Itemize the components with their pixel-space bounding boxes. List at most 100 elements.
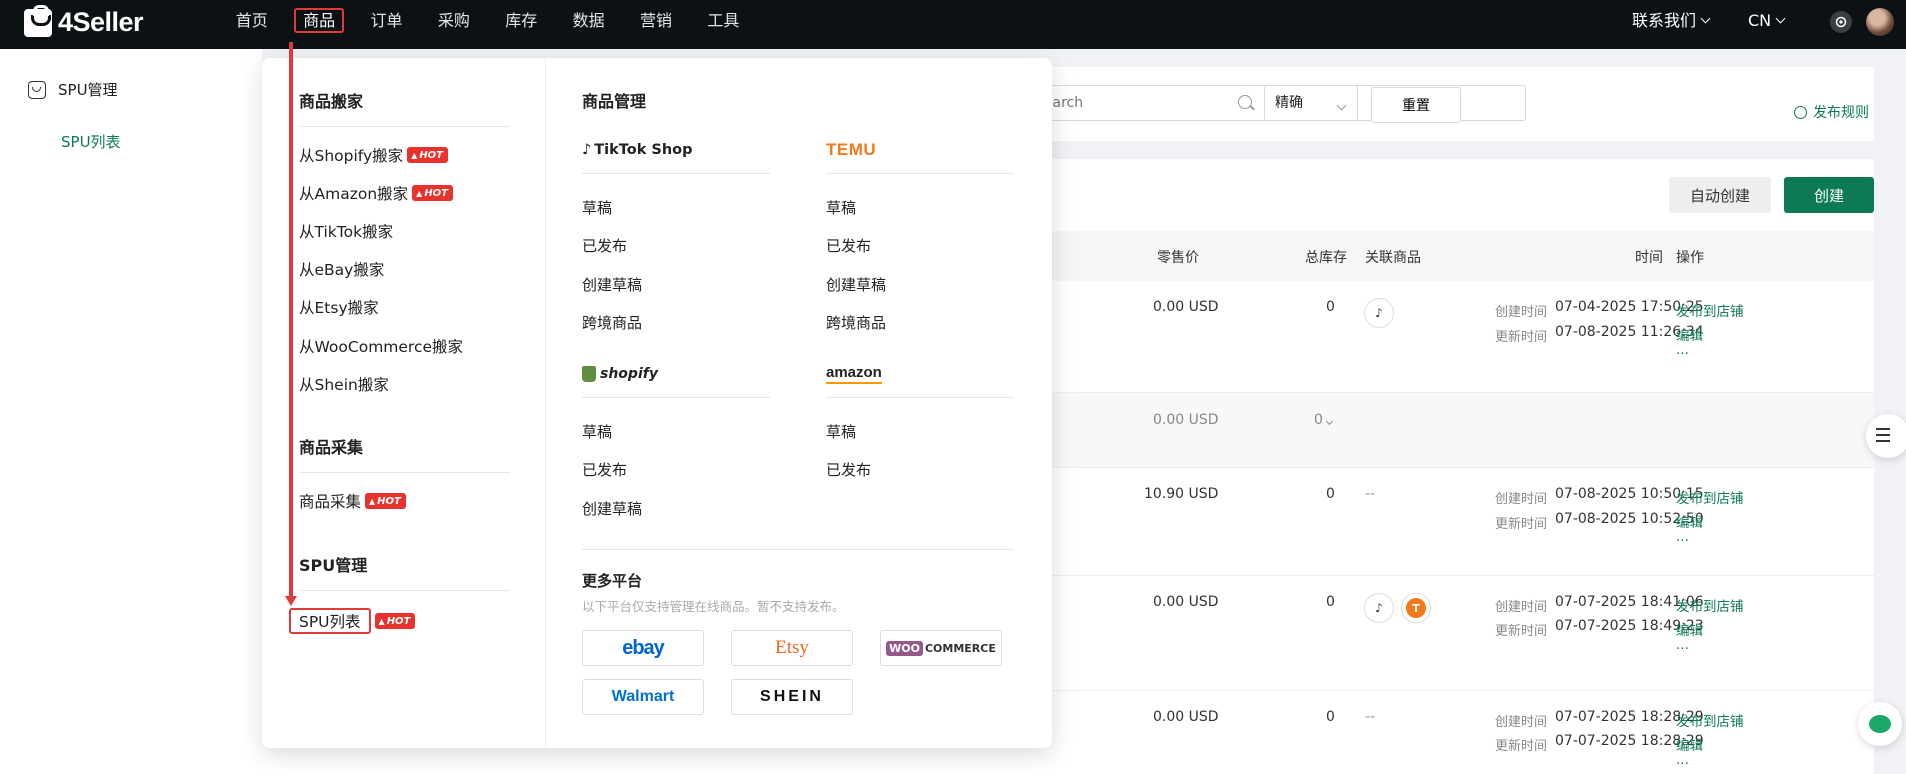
shopify-logo: shopify: [582, 366, 658, 382]
divider: [299, 126, 510, 127]
menu-item-tiktok-move[interactable]: 从TikTok搬家: [299, 220, 393, 242]
menu-item-spu-list[interactable]: SPU列表HOT: [289, 608, 416, 634]
temu-logo: TEMU: [826, 140, 877, 159]
edit-link[interactable]: 编辑: [1676, 511, 1703, 531]
publish-to-store-link[interactable]: 发布到店铺: [1676, 595, 1744, 615]
logo[interactable]: 4Seller: [24, 4, 144, 38]
shopify-published[interactable]: 已发布: [582, 459, 627, 480]
tiktok-published[interactable]: 已发布: [582, 235, 627, 256]
sidebar-group-label: SPU管理: [58, 81, 118, 99]
menu-item-ebay-move[interactable]: 从eBay搬家: [299, 258, 384, 280]
shein-platform-button[interactable]: SHEIN: [731, 679, 853, 715]
tiktok-create-draft[interactable]: 创建草稿: [582, 274, 642, 295]
col-price: 零售价: [1157, 250, 1199, 266]
chevron-down-icon[interactable]: [1325, 417, 1334, 426]
divider: [582, 397, 770, 398]
menu-item-amazon-move[interactable]: 从Amazon搬家HOT: [299, 182, 454, 204]
shopify-drafts[interactable]: 草稿: [582, 421, 612, 442]
more-link[interactable]: ...: [1676, 529, 1689, 545]
nav-data[interactable]: 数据: [555, 0, 622, 49]
menu-item-etsy-move[interactable]: 从Etsy搬家: [299, 296, 379, 318]
nav-marketing[interactable]: 营销: [622, 0, 689, 49]
shopify-bag-icon: [582, 366, 596, 382]
nav-orders[interactable]: 订单: [353, 0, 420, 49]
bag-icon: [28, 80, 46, 99]
temu-cross-border[interactable]: 跨境商品: [826, 312, 886, 333]
search-list-float-button[interactable]: [1866, 414, 1906, 458]
gear-icon: [1835, 16, 1847, 28]
divider: [826, 397, 1014, 398]
section-title-product-mgmt: 商品管理: [582, 92, 647, 111]
language-menu[interactable]: CN: [1748, 0, 1786, 42]
publish-rules-link[interactable]: 发布规则: [1794, 102, 1869, 122]
divider: [582, 173, 770, 174]
chat-support-button[interactable]: [1858, 702, 1902, 746]
nav-purchasing[interactable]: 采购: [420, 0, 487, 49]
section-title-move: 商品搬家: [299, 92, 364, 111]
nav-products[interactable]: 商品: [285, 0, 352, 49]
col-time: 时间: [1635, 250, 1663, 266]
col-stock: 总库存: [1305, 250, 1347, 266]
woocommerce-platform-button[interactable]: WOO COMMERCE: [880, 630, 1002, 666]
sidebar-item-spu-list[interactable]: SPU列表: [61, 131, 121, 152]
nav-inventory[interactable]: 库存: [488, 0, 555, 49]
section-title-spu: SPU管理: [299, 556, 368, 575]
more-link[interactable]: ...: [1676, 637, 1689, 653]
edit-link[interactable]: 编辑: [1676, 324, 1703, 344]
temu-icon[interactable]: T: [1401, 593, 1431, 623]
etsy-platform-button[interactable]: Etsy: [731, 630, 853, 666]
more-link[interactable]: ...: [1676, 752, 1689, 768]
create-button[interactable]: 创建: [1784, 177, 1874, 213]
left-sidebar: SPU管理 SPU列表: [0, 49, 262, 774]
tiktok-drafts[interactable]: 草稿: [582, 197, 612, 218]
menu-item-shein-move[interactable]: 从Shein搬家: [299, 373, 389, 395]
hot-badge: HOT: [412, 185, 454, 201]
menu-item-collect[interactable]: 商品采集HOT: [299, 490, 406, 512]
section-title-collect: 商品采集: [299, 438, 364, 457]
temu-published[interactable]: 已发布: [826, 235, 871, 256]
tiktok-icon[interactable]: ♪: [1364, 298, 1394, 328]
amazon-published[interactable]: 已发布: [826, 459, 871, 480]
more-link[interactable]: ...: [1676, 342, 1689, 358]
nav-tools[interactable]: 工具: [690, 0, 757, 49]
tiktok-cross-border[interactable]: 跨境商品: [582, 312, 642, 333]
gear-icon: [1794, 105, 1807, 119]
publish-to-store-link[interactable]: 发布到店铺: [1676, 300, 1744, 320]
reset-button[interactable]: 重置: [1371, 87, 1461, 123]
hot-badge: HOT: [365, 493, 406, 509]
walmart-logo: Walmart: [611, 688, 675, 705]
temu-drafts[interactable]: 草稿: [826, 197, 856, 218]
menu-column-left: 商品搬家 从Shopify搬家HOT 从Amazon搬家HOT 从TikTok搬…: [262, 58, 546, 748]
temu-create-draft[interactable]: 创建草稿: [826, 274, 886, 295]
amazon-logo: amazon: [826, 364, 882, 384]
sidebar-group-spu[interactable]: SPU管理: [28, 79, 118, 100]
divider: [299, 472, 510, 473]
ebay-logo: ebay: [622, 636, 665, 659]
divider: [826, 173, 1014, 174]
top-nav-bar: 4Seller 首页 商品 订单 采购 库存 数据 营销 工具 联系我们 CN: [0, 0, 1906, 49]
tiktok-icon[interactable]: ♪: [1364, 593, 1394, 623]
products-mega-menu: 商品搬家 从Shopify搬家HOT 从Amazon搬家HOT 从TikTok搬…: [262, 58, 1052, 748]
amazon-drafts[interactable]: 草稿: [826, 421, 856, 442]
edit-link[interactable]: 编辑: [1676, 619, 1703, 639]
search-icon[interactable]: [1238, 95, 1252, 109]
publish-to-store-link[interactable]: 发布到店铺: [1676, 487, 1744, 507]
match-mode-select[interactable]: 精确: [1264, 85, 1358, 121]
publish-to-store-link[interactable]: 发布到店铺: [1676, 710, 1744, 730]
settings-button[interactable]: [1830, 11, 1852, 33]
bag-logo-icon: [24, 4, 52, 37]
ebay-platform-button[interactable]: ebay: [582, 630, 704, 666]
user-avatar[interactable]: [1866, 8, 1894, 36]
contact-us-menu[interactable]: 联系我们: [1632, 0, 1732, 42]
auto-create-button[interactable]: 自动创建: [1669, 177, 1771, 213]
menu-item-shopify-move[interactable]: 从Shopify搬家HOT: [299, 144, 449, 166]
menu-item-woocommerce-move[interactable]: 从WooCommerce搬家: [299, 335, 463, 357]
shopify-create-draft[interactable]: 创建草稿: [582, 498, 642, 519]
nav-home[interactable]: 首页: [218, 0, 285, 49]
edit-link[interactable]: 编辑: [1676, 734, 1703, 754]
divider: [582, 549, 1014, 550]
divider: [299, 590, 510, 591]
walmart-platform-button[interactable]: Walmart: [582, 679, 704, 715]
col-ops: 操作: [1676, 250, 1704, 266]
woo-logo: WOO: [886, 640, 923, 656]
